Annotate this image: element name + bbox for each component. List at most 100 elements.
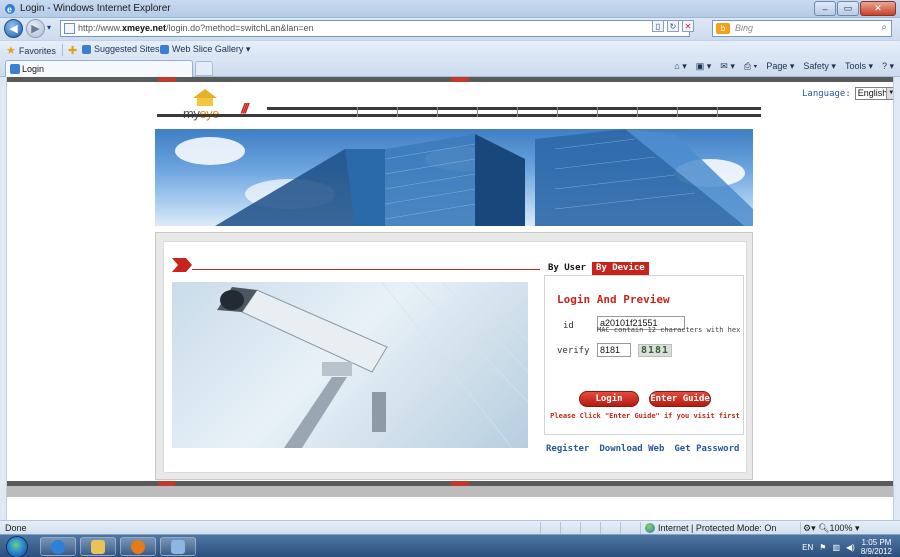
divider xyxy=(62,44,63,56)
captcha-image: 8181 xyxy=(638,344,672,357)
mail-icon[interactable]: ✉ ▾ xyxy=(720,61,735,72)
id-label: id xyxy=(563,321,574,331)
refresh-icon[interactable]: ↻ xyxy=(667,20,679,32)
ie-icon: e xyxy=(5,4,15,15)
minimize-button[interactable]: – xyxy=(814,1,836,16)
login-panel: By User By Device Login And Preview id a… xyxy=(155,232,753,480)
language-label: Language: xyxy=(802,88,851,99)
compatibility-view-icon[interactable]: ▯ xyxy=(652,20,664,32)
zoom-value: 100% xyxy=(829,523,853,533)
taskbar-ie-icon[interactable] xyxy=(40,537,76,556)
network-icon[interactable]: ▥ xyxy=(832,543,840,552)
tab-label: Login xyxy=(22,64,45,74)
back-button[interactable]: ◀ xyxy=(4,19,23,38)
tab-login[interactable]: Login xyxy=(5,60,193,77)
skyscraper-banner xyxy=(155,129,753,226)
maximize-button[interactable]: ▭ xyxy=(837,1,859,16)
feeds-icon[interactable]: ▣ ▾ xyxy=(696,61,712,72)
footer-bar xyxy=(7,486,893,497)
get-password-link[interactable]: Get Password xyxy=(674,444,739,454)
add-favorite-icon: ✚ xyxy=(68,45,78,57)
command-bar: ⌂ ▾ ▣ ▾ ✉ ▾ ⎙ ▾ Page ▾ Safety ▾ Tools ▾ … xyxy=(674,61,894,72)
security-shield-icon[interactable]: ⚙▾ xyxy=(803,523,816,534)
address-bar: ◀ ▶ ▾ http://www.xmeye.net/login.do?meth… xyxy=(0,18,900,40)
taskbar-app-icon[interactable] xyxy=(160,537,196,556)
start-button[interactable] xyxy=(6,536,28,557)
clock[interactable]: 1:05 PM 8/9/2012 xyxy=(861,538,892,556)
verify-label: verify xyxy=(557,346,590,356)
enter-guide-button[interactable]: Enter Guide xyxy=(649,391,711,407)
home-icon[interactable]: ⌂ ▾ xyxy=(674,61,686,72)
camera-illustration xyxy=(217,282,528,448)
security-zone[interactable]: Internet | Protected Mode: On xyxy=(645,523,776,533)
url-field[interactable]: http://www.xmeye.net/login.do?method=swi… xyxy=(60,20,690,37)
download-web-link[interactable]: Download Web xyxy=(599,444,664,454)
forward-button[interactable]: ▶ xyxy=(26,19,45,38)
add-favorite-button[interactable]: ✚ xyxy=(68,44,77,57)
red-divider xyxy=(192,269,540,270)
tab-by-device[interactable]: By Device xyxy=(591,262,649,275)
language-value: English xyxy=(857,88,888,98)
language-dropdown[interactable]: English ▼ xyxy=(854,87,893,100)
verify-field[interactable]: 8181 xyxy=(597,343,631,357)
url-prefix: http://www. xyxy=(78,23,123,33)
register-link[interactable]: Register xyxy=(546,444,589,454)
form-title: Login And Preview xyxy=(557,293,670,306)
svg-text:e: e xyxy=(7,5,12,15)
new-tab-button[interactable] xyxy=(195,61,213,76)
clock-time: 1:05 PM xyxy=(861,538,892,547)
flag-icon[interactable]: ⚑ xyxy=(819,543,826,552)
search-field[interactable]: b Bing ⌕ xyxy=(712,20,892,37)
search-icon[interactable]: ⌕ xyxy=(881,22,887,33)
login-form: Login And Preview id a20101f21551 MAC co… xyxy=(544,275,744,435)
header-stripe xyxy=(157,107,761,119)
favorites-button[interactable]: ★ Favorites xyxy=(6,44,56,57)
web-slice-gallery-link[interactable]: Web Slice Gallery ▾ xyxy=(160,44,250,55)
top-border-lines xyxy=(7,77,893,82)
safety-menu[interactable]: Safety ▾ xyxy=(803,61,836,72)
tab-by-user[interactable]: By User xyxy=(544,262,590,275)
tab-bar: Login ⌂ ▾ ▣ ▾ ✉ ▾ ⎙ ▾ Page ▾ Safety ▾ To… xyxy=(0,58,900,77)
footer-links: Register Download Web Get Password xyxy=(546,444,739,454)
print-icon[interactable]: ⎙ ▾ xyxy=(744,61,757,72)
taskbar-media-icon[interactable] xyxy=(120,537,156,556)
house-body xyxy=(197,98,213,106)
tools-menu[interactable]: Tools ▾ xyxy=(845,61,873,72)
suggested-sites-link[interactable]: Suggested Sites ▾ xyxy=(82,44,167,55)
house-icon xyxy=(193,89,217,98)
taskbar-folder-icon[interactable] xyxy=(80,537,116,556)
ie-page-icon xyxy=(82,45,91,54)
id-hint: MAC contain 12 characters with hex xyxy=(597,326,741,334)
chevron-down-icon: ▼ xyxy=(885,88,893,99)
system-tray: EN ⚑ ▥ ◀) 1:05 PM 8/9/2012 xyxy=(802,538,892,556)
star-icon: ★ xyxy=(6,45,16,57)
stop-icon[interactable]: ✕ xyxy=(682,20,694,32)
favorites-label: Favorites xyxy=(18,45,56,56)
page-menu[interactable]: Page ▾ xyxy=(766,61,794,72)
volume-icon[interactable]: ◀) xyxy=(846,543,855,552)
title-bar: e Login - Windows Internet Explorer – ▭ … xyxy=(0,0,900,18)
globe-icon xyxy=(645,523,655,533)
help-icon[interactable]: ? ▾ xyxy=(882,61,894,72)
page-icon xyxy=(64,23,75,34)
web-slice-gallery-label: Web Slice Gallery ▾ xyxy=(172,44,251,54)
bing-icon: b xyxy=(716,23,730,34)
first-visit-notice: Please Click "Enter Guide" if you visit … xyxy=(550,412,740,420)
login-button[interactable]: Login xyxy=(579,391,639,407)
status-bar: Done Internet | Protected Mode: On ⚙▾ 🔍︎… xyxy=(0,520,900,534)
search-placeholder: Bing xyxy=(735,23,754,33)
url-suffix: /login.do?method=switchLan&lan=en xyxy=(166,23,314,33)
page-viewport: Language: English ▼ myeye /// xyxy=(6,77,894,520)
security-camera-image xyxy=(172,282,528,448)
recent-pages-dropdown[interactable]: ▾ xyxy=(47,23,51,32)
close-button[interactable]: ✕ xyxy=(860,1,896,16)
login-inner: By User By Device Login And Preview id a… xyxy=(163,241,747,473)
language-selector: Language: English ▼ xyxy=(802,87,893,100)
zoom-level[interactable]: 🔍︎100% ▾ xyxy=(818,523,860,534)
input-language[interactable]: EN xyxy=(802,543,813,552)
url-host: xmeye.net xyxy=(122,23,167,33)
suggested-sites-label: Suggested Sites ▾ xyxy=(94,44,167,54)
window-title: Login - Windows Internet Explorer xyxy=(20,3,171,14)
clock-date: 8/9/2012 xyxy=(860,547,892,556)
zone-label: Internet | Protected Mode: On xyxy=(658,523,777,533)
